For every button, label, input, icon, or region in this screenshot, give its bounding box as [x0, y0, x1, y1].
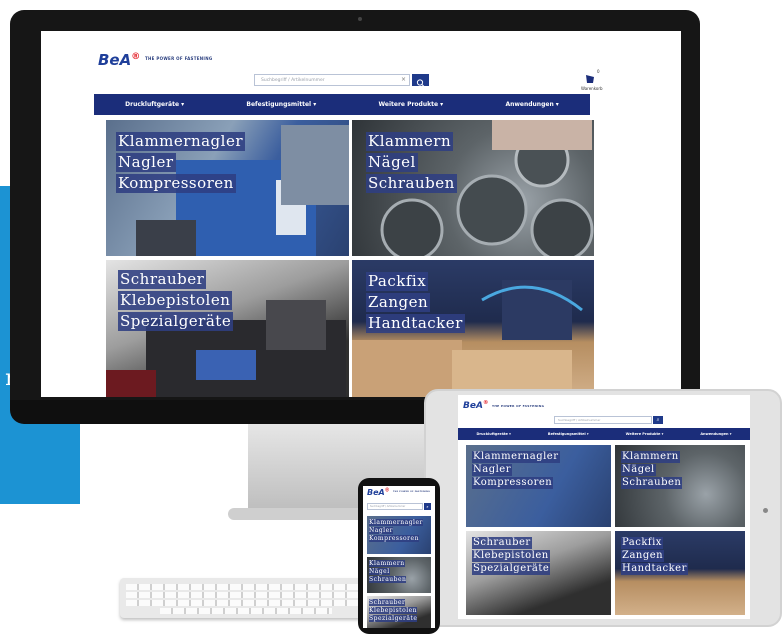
search-clear-icon[interactable]: × [401, 74, 409, 86]
tile-label: Klammernagler Nagler Kompressoren [369, 519, 423, 542]
category-tile-screwdrivers[interactable]: Schrauber Klebepistolen Spezialgeräte [466, 531, 611, 615]
tile-line: Klebepistolen [369, 607, 418, 614]
tile-line: Spezialgeräte [369, 615, 418, 622]
cart-count: 0 [597, 69, 600, 74]
desktop-screen: BeA® THE POWER OF FASTENING Suchbegriff … [41, 31, 681, 397]
nav-item-befestigungsmittel[interactable]: Befestigungsmittel ▾ [548, 432, 589, 436]
tile-line: Handtacker [366, 314, 465, 333]
key-row [160, 608, 332, 614]
tile-label: Klammern Nägel Schrauben [366, 132, 457, 193]
tile-line: Nagler [369, 527, 394, 534]
category-tile-nailers[interactable]: Klammernagler Nagler Kompressoren [106, 120, 349, 256]
tile-line: Nägel [366, 153, 418, 172]
search-input[interactable]: Suchbegriff / Artikelnummer [254, 74, 410, 86]
tile-label: Klammernagler Nagler Kompressoren [116, 132, 245, 193]
tile-line: Spezialgeräte [118, 312, 234, 331]
category-tile-nailers[interactable]: Klammernagler Nagler Kompressoren [466, 445, 611, 527]
key-row [126, 584, 366, 590]
logo-mark: ® [131, 52, 141, 62]
nav-item-weitere-produkte[interactable]: Weitere Produkte ▾ [626, 432, 664, 436]
tile-line: Zangen [366, 293, 431, 312]
tile-line: Klammern [369, 560, 405, 567]
tile-line: Zangen [621, 550, 665, 562]
tile-line: Klammernagler [116, 132, 245, 151]
nav-item-druckluftgeraete[interactable]: Druckluftgeräte ▾ [125, 101, 184, 108]
tile-line: Nägel [369, 568, 390, 575]
logo-mark: ® [384, 488, 390, 494]
camera-icon [358, 17, 362, 21]
tile-line: Spezialgeräte [472, 563, 551, 575]
category-tile-packaging[interactable]: Packfix Zangen Handtacker [615, 531, 745, 615]
tagline: THE POWER OF FASTENING [145, 56, 213, 61]
tile-line: Klebepistolen [118, 291, 233, 310]
tile-line: Kompressoren [116, 174, 236, 193]
tile-line: Klebepistolen [472, 550, 550, 562]
category-tile-nailers[interactable]: Klammernagler Nagler Kompressoren [367, 516, 431, 554]
tile-line: Packfix [621, 537, 663, 549]
tagline: THE POWER OF FASTENING [492, 404, 545, 408]
tile-label: Schrauber Klebepistolen Spezialgeräte [118, 270, 234, 331]
phone-screen: BeA® THE POWER OF FASTENING Suchbegriff … [363, 486, 435, 628]
tagline: THE POWER OF FASTENING [393, 491, 431, 493]
tile-line: Schrauben [366, 174, 457, 193]
logo-text: BeA [463, 401, 483, 411]
keyboard [120, 578, 372, 618]
tile-label: Klammern Nägel Schrauben [369, 560, 407, 583]
nav-item-anwendungen[interactable]: Anwendungen ▾ [700, 432, 731, 436]
tablet-home-button [763, 508, 768, 513]
tile-line: Schrauben [369, 576, 407, 583]
search-button[interactable]: ⌕ [653, 416, 663, 424]
tile-line: Kompressoren [369, 535, 419, 542]
search-input[interactable]: Suchbegriff / Artikelnummer [367, 503, 423, 510]
category-tile-fasteners[interactable]: Klammern Nägel Schrauben [615, 445, 745, 527]
nav-item-befestigungsmittel[interactable]: Befestigungsmittel ▾ [246, 101, 316, 108]
key-row [126, 592, 366, 598]
search-button[interactable] [412, 74, 429, 87]
tile-line: Klammernagler [369, 519, 423, 526]
search-button[interactable]: ⌕ [424, 503, 431, 510]
tile-line: Schrauben [621, 477, 683, 489]
tile-line: Schrauber [118, 270, 207, 289]
main-nav: Druckluftgeräte ▾ Befestigungsmittel ▾ W… [94, 94, 590, 115]
nav-item-druckluftgeraete[interactable]: Druckluftgeräte ▾ [477, 432, 511, 436]
nav-item-anwendungen[interactable]: Anwendungen ▾ [505, 101, 558, 108]
tile-label: Packfix Zangen Handtacker [621, 537, 688, 575]
main-nav: Druckluftgeräte ▾ Befestigungsmittel ▾ W… [458, 428, 750, 440]
search-input[interactable]: Suchbegriff / Artikelnummer [554, 416, 652, 424]
category-tile-screwdrivers[interactable]: Schrauber Klebepistolen Spezialgeräte [106, 260, 349, 397]
cart-icon[interactable] [584, 70, 598, 83]
tile-line: Nagler [116, 153, 176, 172]
tile-line: Klammernagler [472, 451, 560, 463]
logo-text: BeA [98, 51, 132, 69]
cart-label[interactable]: Warenkorb [581, 86, 603, 91]
category-tile-screwdrivers[interactable]: Schrauber Klebepistolen Spezialgeräte [367, 596, 431, 628]
logo-mark: ® [482, 400, 489, 406]
tile-label: Klammernagler Nagler Kompressoren [472, 451, 560, 489]
tile-line: Schrauber [369, 599, 406, 606]
tile-label: Packfix Zangen Handtacker [366, 272, 465, 333]
category-tile-fasteners[interactable]: Klammern Nägel Schrauben [352, 120, 594, 256]
category-tile-fasteners[interactable]: Klammern Nägel Schrauben [367, 557, 431, 593]
key-row [126, 600, 366, 606]
tablet-screen: BeA® THE POWER OF FASTENING Suchbegriff … [458, 395, 750, 619]
brand-logo[interactable]: BeA® [463, 400, 488, 411]
brand-logo[interactable]: BeA® [98, 51, 140, 69]
magnifier-icon [416, 79, 425, 87]
tile-line: Packfix [366, 272, 429, 291]
tile-label: Schrauber Klebepistolen Spezialgeräte [472, 537, 551, 575]
brand-logo[interactable]: BeA® [367, 488, 390, 497]
tile-label: Klammern Nägel Schrauben [621, 451, 683, 489]
tile-line: Nagler [472, 464, 513, 476]
tile-line: Handtacker [621, 563, 688, 575]
tile-line: Schrauber [472, 537, 532, 549]
tile-line: Klammern [366, 132, 454, 151]
cart-icon-shape [586, 75, 594, 83]
category-tile-packaging[interactable]: Packfix Zangen Handtacker [352, 260, 594, 397]
logo-text: BeA [367, 488, 385, 497]
tile-line: Kompressoren [472, 477, 554, 489]
tile-line: Nägel [621, 464, 656, 476]
tile-label: Schrauber Klebepistolen Spezialgeräte [369, 599, 418, 622]
tile-line: Klammern [621, 451, 680, 463]
nav-item-weitere-produkte[interactable]: Weitere Produkte ▾ [378, 101, 443, 108]
